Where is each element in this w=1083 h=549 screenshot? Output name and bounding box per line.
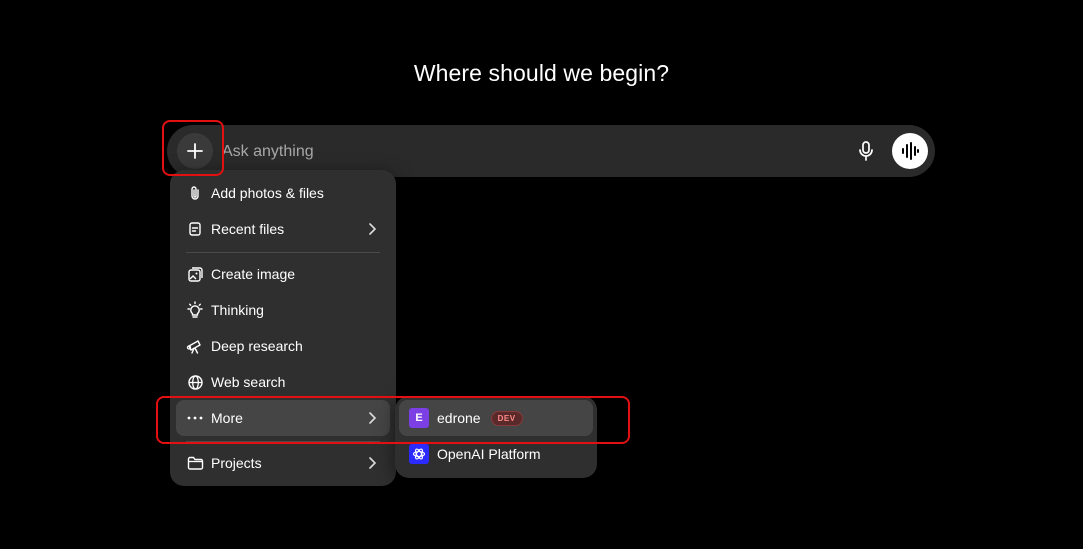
- menu-item-label: Web search: [211, 374, 286, 390]
- chevron-right-icon: [369, 223, 377, 235]
- submenu-item-label: OpenAI Platform: [437, 446, 541, 462]
- chevron-right-icon: [369, 412, 377, 424]
- menu-item-label: Thinking: [211, 302, 264, 318]
- submenu-item-openai-platform[interactable]: OpenAI Platform: [399, 436, 593, 472]
- ellipsis-icon: [185, 408, 205, 428]
- submenu-item-label: edrone: [437, 410, 481, 426]
- openai-logo-icon: [409, 444, 429, 464]
- globe-icon: [185, 372, 205, 392]
- menu-item-deep-research[interactable]: Deep research: [176, 328, 390, 364]
- file-icon: [185, 219, 205, 239]
- more-submenu: E edrone DEV OpenAI Platform: [395, 396, 597, 478]
- menu-item-label: More: [211, 410, 243, 426]
- menu-item-label: Recent files: [211, 221, 285, 237]
- plus-icon: [187, 143, 203, 159]
- image-icon: [185, 264, 205, 284]
- telescope-icon: [185, 336, 205, 356]
- menu-item-create-image[interactable]: Create image: [176, 256, 390, 292]
- prompt-input[interactable]: [220, 139, 784, 165]
- add-attachment-button[interactable]: [177, 133, 213, 169]
- attachment-menu: Add photos & files Recent files Create i…: [170, 170, 396, 486]
- submenu-item-edrone[interactable]: E edrone DEV: [399, 400, 593, 436]
- microphone-icon: [859, 141, 873, 161]
- chevron-right-icon: [369, 457, 377, 469]
- edrone-app-icon: E: [409, 408, 429, 428]
- menu-item-add-photos-files[interactable]: Add photos & files: [176, 175, 390, 211]
- voice-waveform-icon: [902, 142, 919, 160]
- menu-item-projects[interactable]: Projects: [176, 445, 390, 481]
- menu-item-more[interactable]: More: [176, 400, 390, 436]
- menu-item-label: Projects: [211, 455, 262, 471]
- menu-item-label: Add photos & files: [211, 185, 324, 201]
- paperclip-icon: [185, 183, 205, 203]
- menu-divider: [186, 252, 380, 253]
- dictate-button[interactable]: [855, 139, 877, 163]
- dev-badge: DEV: [490, 410, 523, 426]
- menu-item-thinking[interactable]: Thinking: [176, 292, 390, 328]
- menu-divider: [186, 441, 380, 442]
- menu-item-label: Create image: [211, 266, 296, 282]
- folder-icon: [185, 453, 205, 473]
- menu-item-recent-files[interactable]: Recent files: [176, 211, 390, 247]
- menu-item-web-search[interactable]: Web search: [176, 364, 390, 400]
- page-title: Where should we begin?: [413, 60, 670, 86]
- voice-mode-button[interactable]: [892, 133, 928, 169]
- menu-item-label: Deep research: [211, 338, 303, 354]
- lightbulb-icon: [185, 300, 205, 320]
